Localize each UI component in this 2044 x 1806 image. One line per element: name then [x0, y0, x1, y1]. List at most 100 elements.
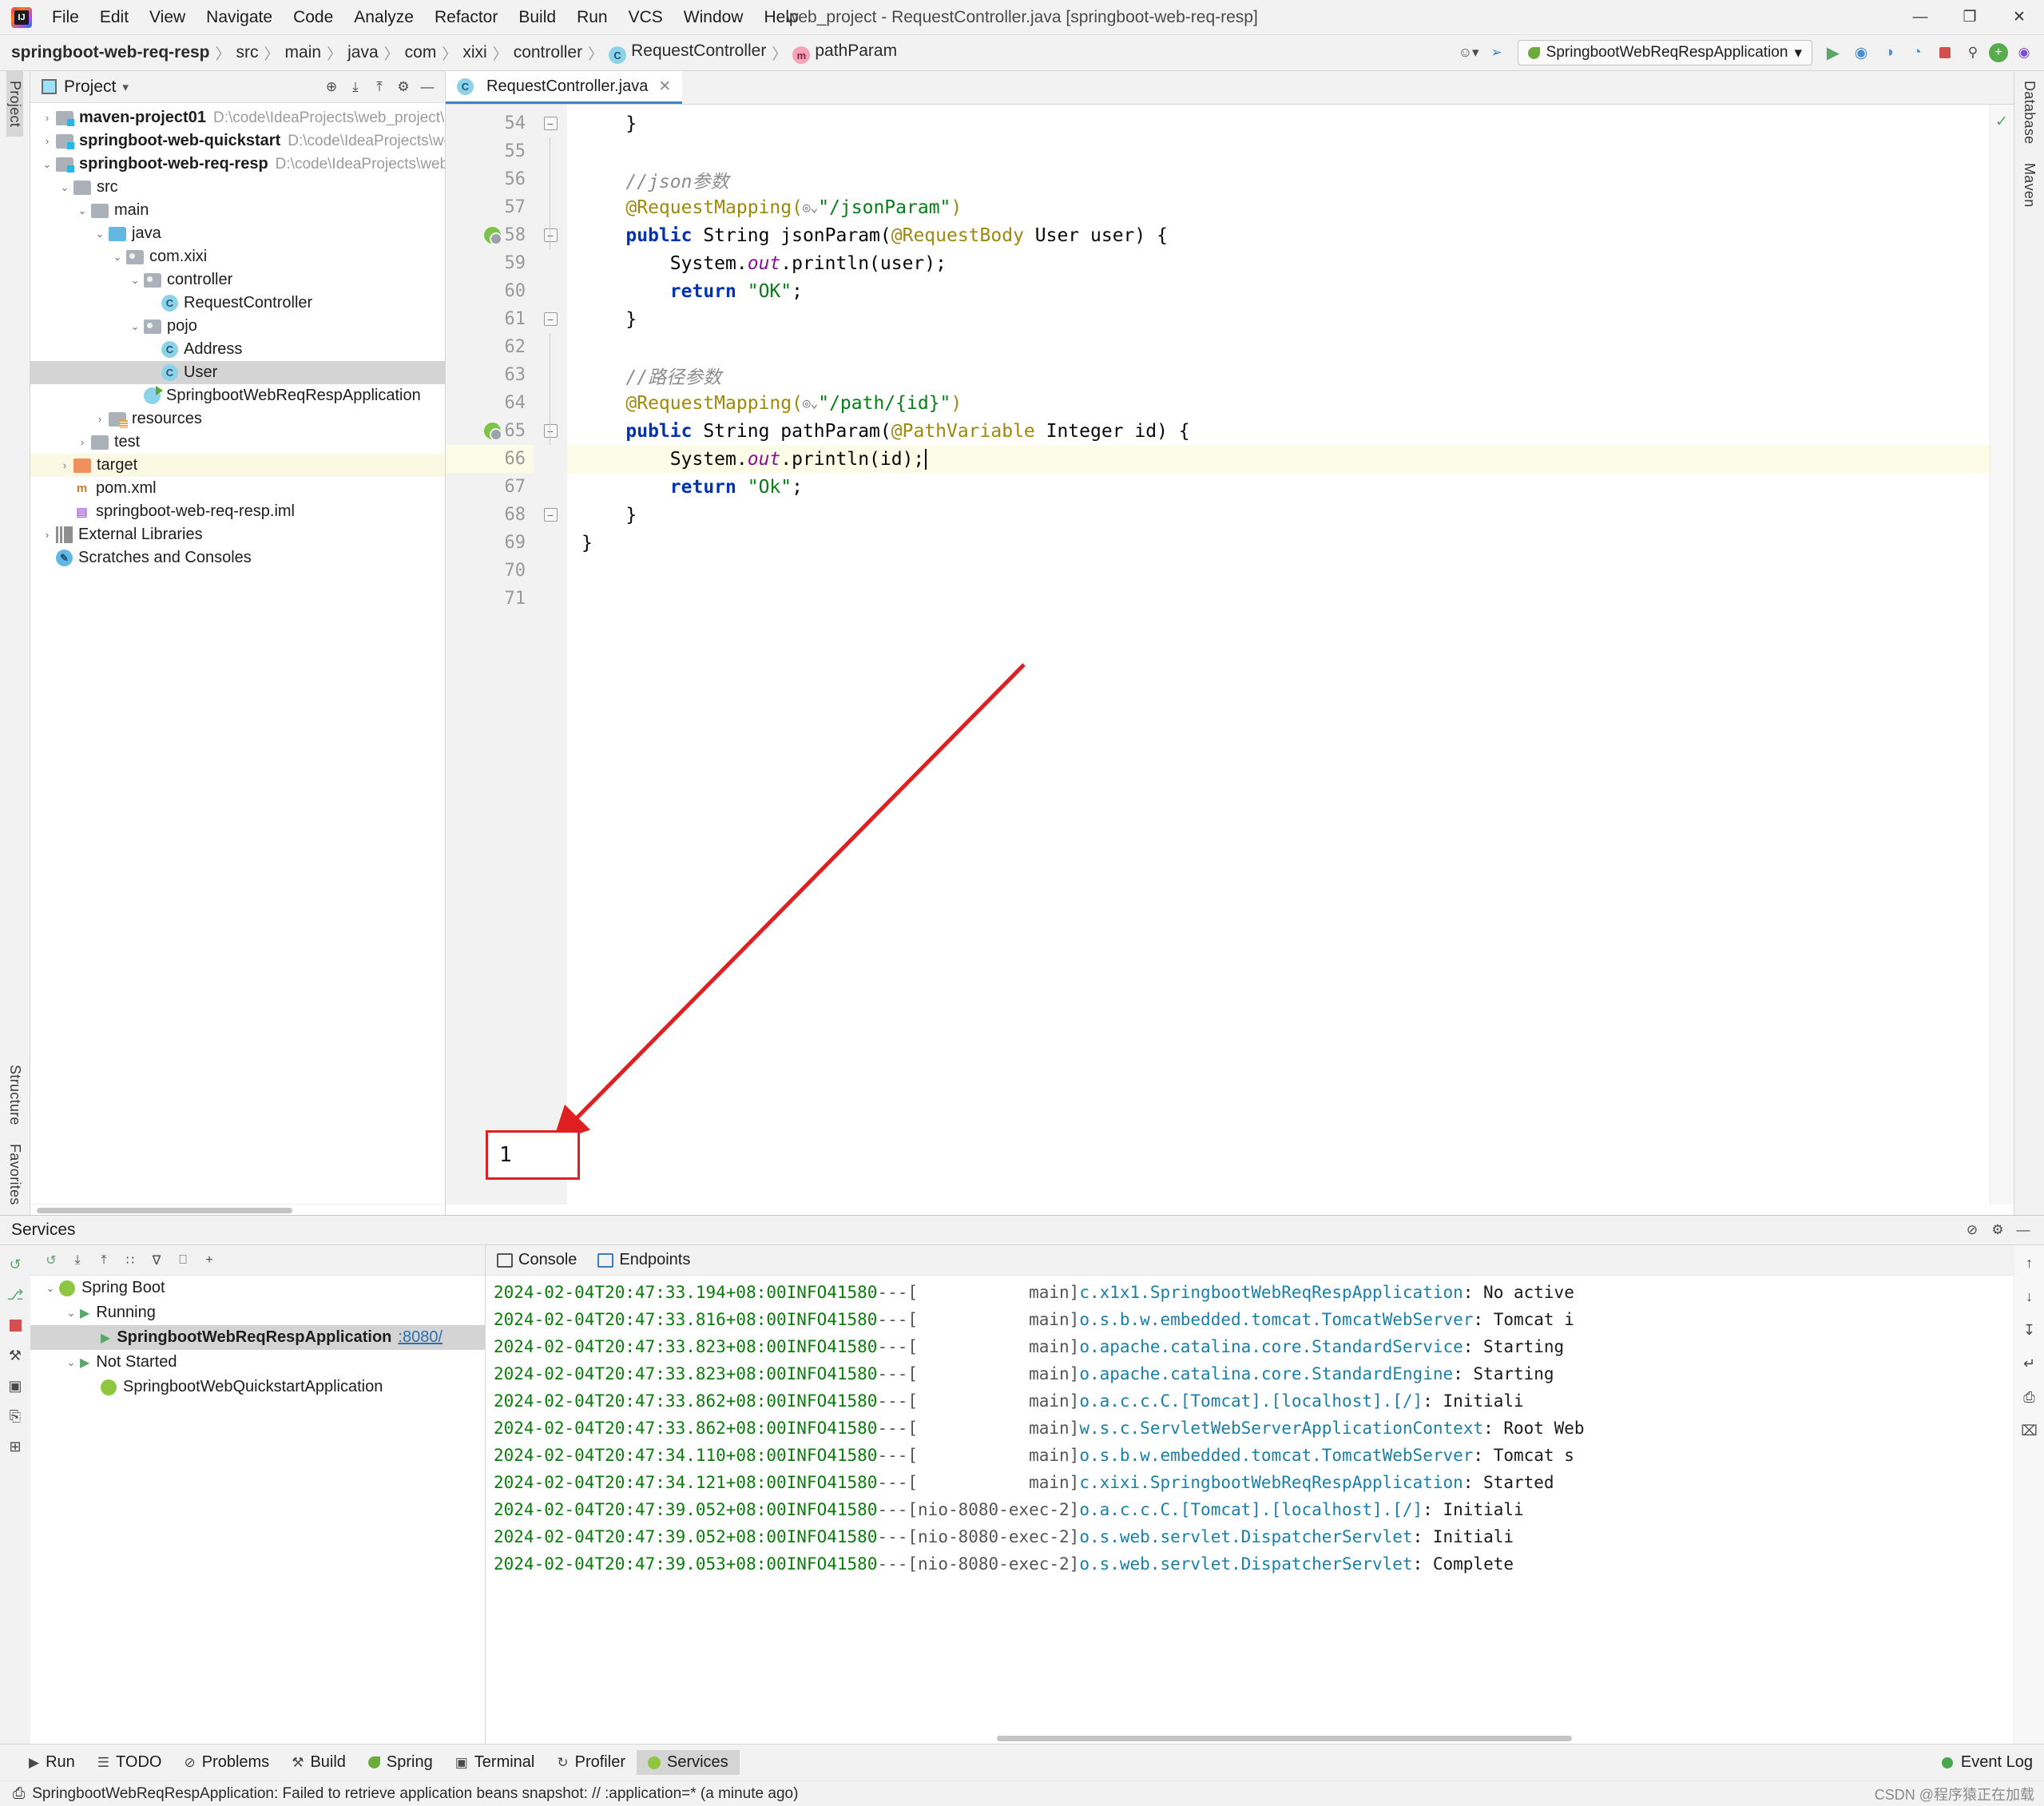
menu-run[interactable]: Run [566, 4, 618, 31]
statusbar-problems[interactable]: ⊘ Problems [173, 1750, 280, 1775]
console-tab-console[interactable]: Console [497, 1251, 577, 1269]
breadcrumb-item-requestcontroller[interactable]: C RequestController [609, 42, 766, 65]
coverage-button[interactable]: ◑ [1877, 41, 1901, 65]
debug-icon[interactable]: ⎇ [6, 1285, 25, 1304]
chevron-down-icon[interactable]: ⌄ [38, 158, 56, 171]
statusbar-run[interactable]: ▶ Run [18, 1750, 86, 1775]
line-number[interactable]: 66 [446, 445, 534, 473]
chevron-right-icon[interactable]: › [38, 529, 56, 541]
chevron-down-icon[interactable]: ⌄ [109, 251, 126, 264]
code-line[interactable]: //路径参数 [567, 361, 1990, 389]
search-icon[interactable]: ⚲ [1961, 41, 1985, 65]
status-bar[interactable]: ▶ Run ☰ TODO ⊘ Problems ⚒ Build Spring ▣ Terminal ↻… [0, 1744, 2044, 1780]
chevron-down-icon[interactable]: ⌄ [91, 228, 109, 240]
expand-all-icon[interactable]: ⤓ [66, 1249, 89, 1272]
fold-region[interactable] [534, 361, 567, 389]
add-icon[interactable]: + [198, 1249, 220, 1272]
line-number[interactable]: 58 [446, 221, 534, 249]
tree-item-main[interactable]: ⌄ main [30, 199, 445, 222]
line-number[interactable]: 59 [446, 249, 534, 277]
debug-button[interactable]: ◉ [1849, 41, 1873, 65]
tree-item-springboot-web-quickstart[interactable]: › springboot-web-quickstart D:\code\IdeaPr… [30, 129, 445, 153]
fold-region[interactable] [534, 585, 567, 613]
chevron-down-icon[interactable]: ⌄ [62, 1307, 80, 1320]
code-line[interactable]: } [567, 529, 1990, 557]
stop-icon[interactable] [6, 1316, 25, 1335]
service-item-springbootwebquickstartapplication[interactable]: SpringbootWebQuickstartApplication [30, 1375, 485, 1399]
chevron-down-icon[interactable]: ⌄ [56, 181, 73, 194]
tool-window-favorites[interactable]: Favorites [6, 1134, 23, 1215]
filter-icon[interactable]: ∇ [145, 1249, 168, 1272]
soft-wrap-icon[interactable]: ↵ [2020, 1354, 2039, 1373]
fold-region[interactable] [534, 333, 567, 361]
line-number[interactable]: 63 [446, 361, 534, 389]
collapse-all-icon[interactable]: ⤒ [368, 76, 391, 98]
settings-wrench-icon[interactable]: ⚒ [6, 1346, 25, 1365]
statusbar-spring[interactable]: Spring [357, 1750, 444, 1775]
gear-icon[interactable]: ⚙ [392, 76, 415, 98]
editor-viewport[interactable]: 54 55 56 57 58 59 60 61 62 63 64 65 66 67 68 69 70 71 − − −… [446, 105, 2014, 1205]
minimize-button[interactable]: — [1895, 0, 1945, 35]
code-line[interactable]: System. out .println(id); [567, 445, 1990, 473]
line-number[interactable]: 61 [446, 305, 534, 333]
breadcrumb-item-controller[interactable]: controller [514, 43, 582, 62]
code-line[interactable]: @RequestMapping(◎⌄ "/jsonParam") [567, 193, 1990, 221]
editor-tab-bar[interactable]: C RequestController.java ✕ [446, 71, 2014, 105]
code-line[interactable]: //json参数 [567, 165, 1990, 193]
menu-refactor[interactable]: Refactor [424, 4, 508, 31]
services-title-actions[interactable]: ⊘ ⚙ — [1961, 1219, 2044, 1241]
tree-item-scratches-and-consoles[interactable]: ✎ Scratches and Consoles [30, 546, 445, 570]
line-number[interactable]: 55 [446, 137, 534, 165]
line-number[interactable]: 69 [446, 529, 534, 557]
fold-region[interactable] [534, 529, 567, 557]
event-log-label[interactable]: Event Log [1961, 1753, 2033, 1772]
scroll-to-end-icon[interactable]: ↧ [2020, 1320, 2039, 1340]
close-button[interactable]: ✕ [1994, 0, 2044, 35]
tree-item-target[interactable]: › target [30, 454, 445, 477]
console-tab-bar[interactable]: Console Endpoints [486, 1245, 2014, 1276]
menu-analyze[interactable]: Analyze [343, 4, 424, 31]
chevron-right-icon[interactable]: › [38, 112, 56, 124]
layout-icon[interactable]: ⊞ [6, 1437, 25, 1456]
editor-inspection-gutter[interactable]: ✓ [1990, 105, 2014, 1205]
line-number[interactable]: 71 [446, 585, 534, 613]
statusbar-right[interactable]: Event Log [1941, 1753, 2044, 1772]
print-icon[interactable]: ⎙ [2020, 1387, 2039, 1407]
code-line[interactable] [567, 557, 1990, 585]
spring-endpoint-gutter-icon[interactable] [484, 227, 502, 245]
profile-button[interactable]: ◔ [1905, 41, 1929, 65]
fold-region[interactable] [534, 249, 567, 277]
menu-edit[interactable]: Edit [89, 4, 139, 31]
code-line[interactable] [567, 585, 1990, 613]
tree-item-external-libraries[interactable]: › External Libraries [30, 523, 445, 546]
menu-navigate[interactable]: Navigate [196, 4, 283, 31]
project-panel-tools[interactable]: ⊕ ⤓ ⤒ ⚙ — [320, 76, 445, 98]
stop-button[interactable] [1933, 41, 1957, 65]
code-line[interactable]: public String pathParam(@PathVariable In… [567, 417, 1990, 445]
services-toolbar[interactable]: ↺ ⤓ ⤒ ∷ ∇ ⎕ + [30, 1245, 485, 1276]
breadcrumb[interactable]: springboot-web-req-resp 〉 src 〉 main 〉 java 〉 co… [11, 42, 897, 65]
chevron-down-icon[interactable]: ⌄ [73, 204, 91, 217]
chevron-down-icon[interactable]: ▾ [122, 80, 129, 94]
tree-item-springboot-web-req-resp-iml[interactable]: ▤ springboot-web-req-resp.iml [30, 500, 445, 523]
help-icon[interactable]: ⊘ [1961, 1219, 1983, 1241]
new-tab-icon[interactable]: ⎕ [172, 1249, 194, 1272]
tool-window-structure[interactable]: Structure [6, 1055, 23, 1135]
statusbar-todo[interactable]: ☰ TODO [86, 1750, 173, 1775]
console-horizontal-scrollbar[interactable] [486, 1733, 2014, 1744]
updates-icon[interactable]: + [1989, 43, 2008, 62]
tool-window-database[interactable]: Database [2021, 71, 2038, 153]
statusbar-profiler[interactable]: ↻ Profiler [546, 1750, 637, 1775]
fold-region[interactable]: − [534, 417, 567, 445]
fold-region[interactable]: − [534, 501, 567, 529]
code-line[interactable]: } [567, 109, 1990, 137]
window-controls[interactable]: — ❐ ✕ [1895, 0, 2044, 35]
editor-fold-strip[interactable]: − − − − − [534, 105, 567, 1205]
project-tree[interactable]: › maven-project01 D:\code\IdeaProjects\web… [30, 103, 445, 1204]
code-line[interactable]: System. out .println(user); [567, 249, 1990, 277]
line-number[interactable]: 62 [446, 333, 534, 361]
menu-window[interactable]: Window [673, 4, 754, 31]
line-number[interactable]: 70 [446, 557, 534, 585]
editor-code-area[interactable]: } //json参数 @RequestMapping(◎⌄ "/jsonParam… [567, 105, 1990, 1205]
tree-item-pojo[interactable]: ⌄ pojo [30, 315, 445, 338]
